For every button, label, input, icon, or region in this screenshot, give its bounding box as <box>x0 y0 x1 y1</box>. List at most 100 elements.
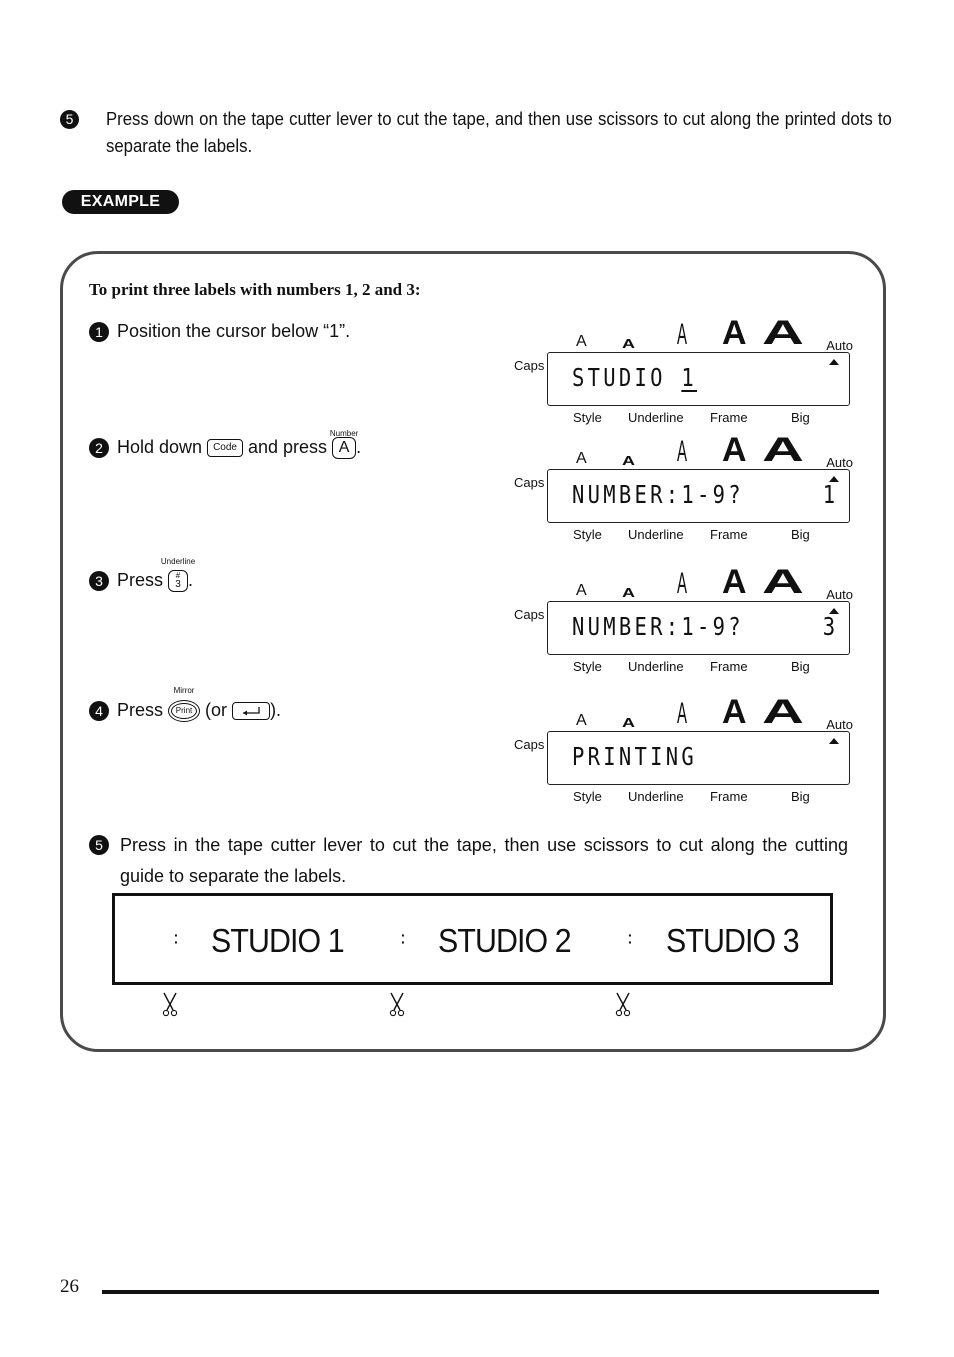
size-glyph: A <box>722 431 747 469</box>
code-key-label: Code <box>213 442 237 454</box>
frame-label: Frame <box>710 410 748 425</box>
lcd-display-2: A A A A A Auto Caps NUMBER:1-9? 1 Style … <box>514 431 862 542</box>
print-key-label: Print <box>171 703 198 720</box>
lcd-text: NUMBER:1-9? <box>572 480 744 509</box>
lcd-right-value: 1 <box>822 480 835 509</box>
tape-label-3: STUDIO 3 <box>666 922 800 959</box>
step-text: Hold down <box>117 437 203 457</box>
cut-guide-dots: · · <box>174 927 179 950</box>
example-step-1: 1 Position the cursor below “1”. <box>89 321 351 343</box>
step-number-badge: 1 <box>89 322 109 343</box>
lcd-display-3: A A A A A Auto Caps NUMBER:1-9? 3 Style … <box>514 563 862 674</box>
example-step-4: 4 Press Mirror Print (or ). <box>89 686 282 723</box>
big-label: Big <box>791 789 810 804</box>
lcd-display-1: A A A A A Auto Caps STUDIO 1 Style Under… <box>514 314 862 425</box>
step-number-badge: 5 <box>60 110 79 129</box>
lcd-screen: PRINTING <box>547 731 850 785</box>
enter-key <box>232 702 271 721</box>
step-text: (or <box>205 700 228 720</box>
tape-label-1: STUDIO 1 <box>211 922 345 959</box>
caret-up-icon <box>829 738 839 744</box>
key-bottom: 3 <box>175 579 181 591</box>
step-number-badge: 3 <box>89 571 109 592</box>
example-step-3: 3 Press Underline #3. <box>89 557 195 593</box>
size-indicators: A A A A A <box>572 693 862 731</box>
caps-label: Caps <box>514 358 545 373</box>
step-text: Position the cursor below “1”. <box>117 321 351 341</box>
size-glyph: A <box>576 450 587 467</box>
lcd-text: STUDIO 1 <box>572 363 697 392</box>
step-number-badge: 2 <box>89 438 109 459</box>
lcd-display-4: A A A A A Auto Caps PRINTING Style Under… <box>514 693 862 804</box>
caps-label: Caps <box>514 607 545 622</box>
lcd-main-text: PRINTING <box>572 742 697 771</box>
printed-tape: · · STUDIO 1 · · STUDIO 2 · · STUDIO 3 <box>112 893 833 985</box>
example-step-2: 2 Hold down Code and press Number A. <box>89 429 361 460</box>
size-glyph: A <box>622 453 635 468</box>
size-glyph: A <box>677 435 688 468</box>
lcd-main-text: NUMBER:1-9? <box>572 480 744 509</box>
code-key: Code <box>207 439 243 458</box>
big-label: Big <box>791 659 810 674</box>
size-indicators: A A A A A <box>572 431 862 469</box>
style-label: Style <box>573 789 602 804</box>
frame-label: Frame <box>710 527 748 542</box>
size-glyph: A <box>677 567 688 600</box>
step-text: and press <box>248 437 328 457</box>
underline-label: Underline <box>628 410 684 425</box>
lcd-screen: NUMBER:1-9? 3 <box>547 601 850 655</box>
big-label: Big <box>791 410 810 425</box>
example-badge: EXAMPLE <box>62 190 179 214</box>
key-function-label: Underline <box>160 557 196 567</box>
step-number-badge: 4 <box>89 701 109 722</box>
lcd-screen: STUDIO 1 <box>547 352 850 406</box>
lcd-right-value: 3 <box>822 612 835 641</box>
size-glyph: A <box>576 333 587 350</box>
enter-arrow-icon <box>243 707 260 716</box>
step-text: ). <box>270 700 282 720</box>
size-glyph: A <box>722 314 747 352</box>
caps-label: Caps <box>514 475 545 490</box>
size-glyph: A <box>722 693 747 731</box>
scissors-icon <box>389 992 405 1017</box>
step-text: Press in the tape cutter lever to cut th… <box>120 835 848 886</box>
caret-up-icon <box>829 476 839 482</box>
auto-label: Auto <box>826 717 853 732</box>
caret-up-icon <box>829 608 839 614</box>
size-glyph: A <box>762 431 804 469</box>
auto-label: Auto <box>826 455 853 470</box>
key-function-label: Mirror <box>173 686 195 696</box>
style-label: Style <box>573 410 602 425</box>
underline-label: Underline <box>628 527 684 542</box>
size-glyph: A <box>622 715 635 730</box>
size-glyph: A <box>762 693 804 731</box>
scissors-icon <box>615 992 631 1017</box>
step-text: Press <box>117 700 164 720</box>
size-indicators: A A A A A <box>572 314 862 352</box>
big-label: Big <box>791 527 810 542</box>
lcd-cursor-char: 1 <box>681 363 697 392</box>
page-number: 26 <box>60 1276 79 1297</box>
lcd-text: PRINTING <box>572 742 697 771</box>
lcd-screen: NUMBER:1-9? 1 <box>547 469 850 523</box>
cut-guide-dots: · · <box>401 927 406 950</box>
style-label: Style <box>573 527 602 542</box>
size-glyph: A <box>576 582 587 599</box>
frame-label: Frame <box>710 659 748 674</box>
auto-label: Auto <box>826 587 853 602</box>
step-number-badge: 5 <box>89 835 109 855</box>
lcd-main-text: STUDIO <box>572 363 682 392</box>
underline-label: Underline <box>628 789 684 804</box>
size-indicators: A A A A A <box>572 563 862 601</box>
hash-3-key: Underline #3 <box>161 557 195 593</box>
lcd-text: NUMBER:1-9? <box>572 612 744 641</box>
scissors-icon <box>162 992 178 1017</box>
size-glyph: A <box>722 563 747 601</box>
frame-label: Frame <box>710 789 748 804</box>
print-key: Mirror Print <box>168 686 201 723</box>
top-step-text: Press down on the tape cutter lever to c… <box>106 109 892 156</box>
tape-label-2: STUDIO 2 <box>438 922 572 959</box>
style-label: Style <box>573 659 602 674</box>
size-glyph: A <box>677 318 688 351</box>
step-text: . <box>188 570 194 590</box>
